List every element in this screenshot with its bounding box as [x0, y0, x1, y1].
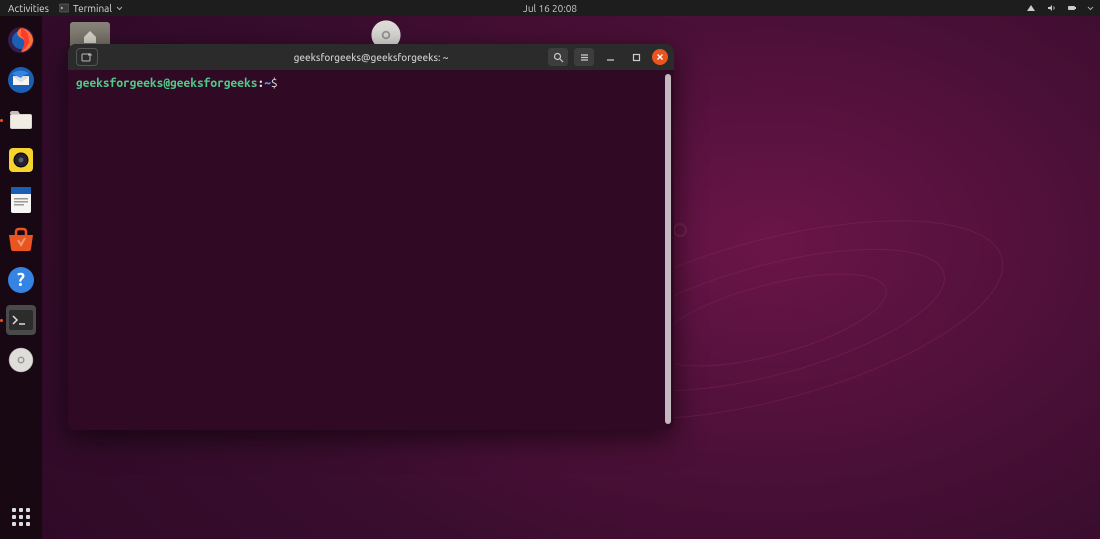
- minimize-icon: [606, 53, 615, 62]
- system-status-area[interactable]: [1025, 3, 1094, 13]
- files-icon: [8, 107, 34, 133]
- firefox-icon: [7, 26, 35, 54]
- maximize-button[interactable]: [626, 48, 646, 66]
- hamburger-icon: [579, 52, 590, 63]
- search-icon: [553, 52, 564, 63]
- prompt-path: ~: [264, 77, 271, 90]
- dock: ?: [0, 16, 42, 539]
- chevron-down-icon: [1087, 6, 1094, 11]
- terminal-app-icon: [59, 3, 69, 13]
- terminal-window: geeksforgeeks@geeksforgeeks: ~ geeksforg…: [68, 44, 674, 430]
- terminal-title: geeksforgeeks@geeksforgeeks: ~: [294, 52, 449, 63]
- network-icon: [1025, 3, 1037, 13]
- prompt-user: geeksforgeeks@geeksforgeeks: [76, 77, 257, 90]
- svg-text:?: ?: [17, 270, 25, 290]
- dock-ubuntu-software[interactable]: [6, 225, 36, 255]
- new-tab-button[interactable]: [76, 48, 98, 66]
- maximize-icon: [632, 53, 641, 62]
- terminal-body[interactable]: geeksforgeeks@geeksforgeeks:~$: [68, 70, 674, 430]
- chevron-down-icon: [116, 6, 123, 11]
- dock-firefox[interactable]: [6, 25, 36, 55]
- terminal-scrollbar[interactable]: [665, 74, 671, 424]
- disc-icon: [7, 346, 35, 374]
- software-icon: [7, 227, 35, 253]
- activities-button[interactable]: Activities: [8, 3, 49, 14]
- new-tab-icon: [81, 52, 93, 62]
- battery-icon: [1067, 3, 1077, 13]
- dock-help[interactable]: ?: [6, 265, 36, 295]
- app-menu[interactable]: Terminal: [59, 3, 123, 14]
- terminal-search-button[interactable]: [548, 48, 568, 66]
- rhythmbox-icon: [8, 147, 34, 173]
- prompt-dollar: $: [271, 77, 278, 90]
- dock-libreoffice-writer[interactable]: [6, 185, 36, 215]
- thunderbird-icon: [7, 66, 35, 94]
- writer-icon: [9, 186, 33, 214]
- dock-disc[interactable]: [6, 345, 36, 375]
- close-icon: [656, 53, 664, 61]
- dock-files[interactable]: [6, 105, 36, 135]
- clock[interactable]: Jul 16 20:08: [523, 3, 577, 14]
- close-button[interactable]: [652, 49, 668, 65]
- terminal-icon: [9, 310, 33, 330]
- terminal-menu-button[interactable]: [574, 48, 594, 66]
- app-menu-label: Terminal: [73, 3, 112, 14]
- help-icon: ?: [7, 266, 35, 294]
- terminal-titlebar[interactable]: geeksforgeeks@geeksforgeeks: ~: [68, 44, 674, 70]
- dock-terminal[interactable]: [6, 305, 36, 335]
- minimize-button[interactable]: [600, 48, 620, 66]
- top-bar: Activities Terminal Jul 16 20:08: [0, 0, 1100, 16]
- show-applications-button[interactable]: [7, 503, 35, 531]
- volume-icon: [1047, 3, 1057, 13]
- dock-thunderbird[interactable]: [6, 65, 36, 95]
- dock-rhythmbox[interactable]: [6, 145, 36, 175]
